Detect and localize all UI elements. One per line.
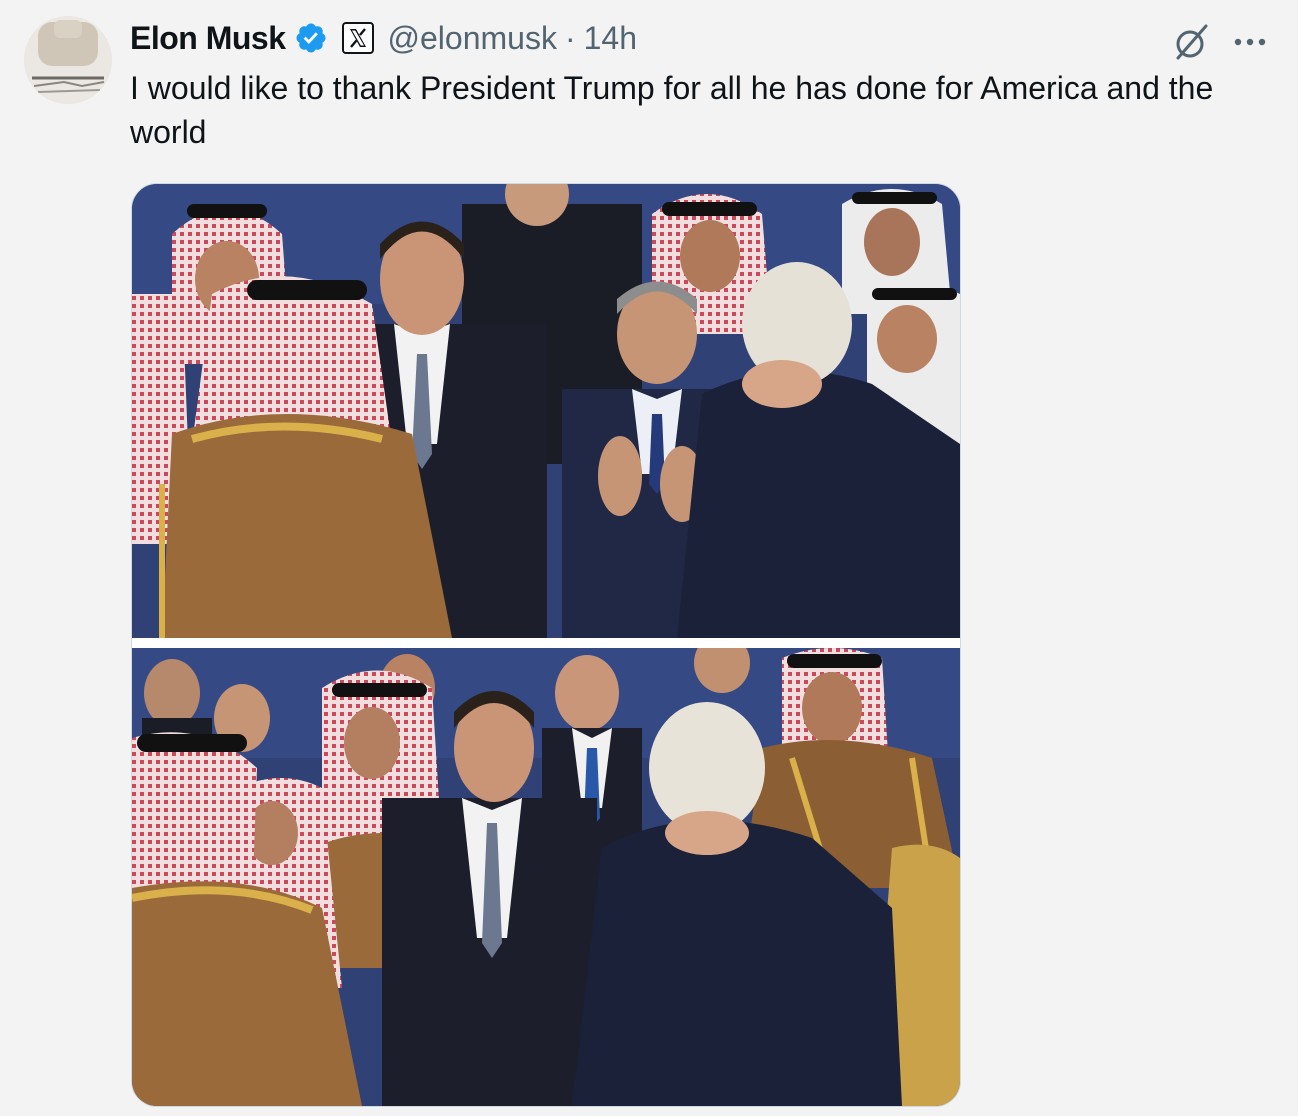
tweet-media[interactable]	[131, 183, 961, 1107]
tweet-text: I would like to thank President Trump fo…	[130, 70, 1214, 150]
timestamp[interactable]: 14h	[584, 20, 637, 57]
grok-icon[interactable]	[1170, 20, 1214, 64]
verified-badge-icon[interactable]	[294, 21, 328, 55]
tweet: Elon Musk @elonmusk · 14h I would like t…	[0, 0, 1298, 1116]
tweet-photo-1[interactable]	[132, 184, 960, 638]
separator-dot: ·	[564, 19, 576, 56]
author-name[interactable]: Elon Musk	[130, 20, 286, 57]
tweet-header: Elon Musk @elonmusk · 14h	[130, 14, 637, 62]
author-handle[interactable]: @elonmusk	[388, 20, 557, 57]
x-logo-icon[interactable]	[341, 22, 374, 54]
more-icon[interactable]	[1230, 22, 1270, 62]
author-avatar[interactable]	[24, 16, 112, 104]
tweet-photo-2[interactable]	[132, 648, 960, 1106]
avatar-image	[24, 16, 112, 104]
